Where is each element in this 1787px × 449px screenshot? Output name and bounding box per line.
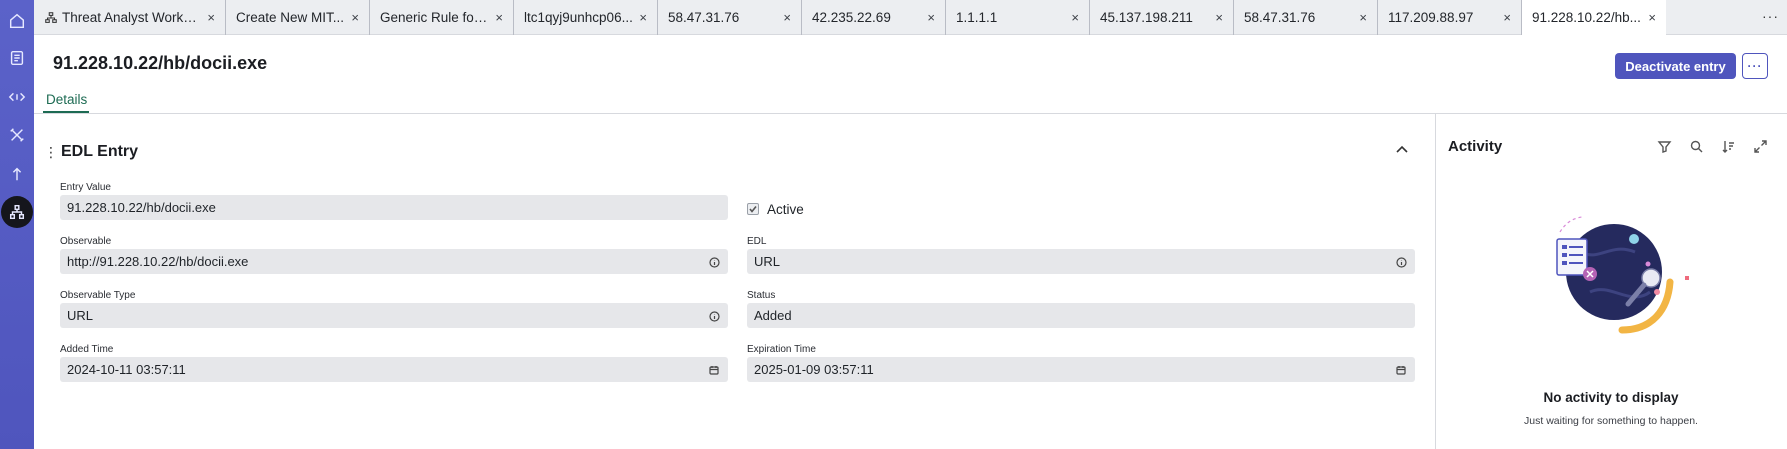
tab-label: 58.47.31.76 [1244,10,1316,25]
close-icon[interactable]: × [351,10,359,25]
chevron-up-icon[interactable] [1394,142,1410,158]
tab-label: 42.235.22.69 [812,10,891,25]
tab-label: 58.47.31.76 [668,10,740,25]
close-icon[interactable]: × [1648,10,1656,25]
info-icon[interactable] [709,256,720,268]
empty-state-subtitle: Just waiting for something to happen. [1524,415,1698,427]
tab-edl-entry-active[interactable]: 91.228.10.22/hb... × [1522,0,1666,35]
close-icon[interactable]: × [1215,10,1223,25]
close-icon[interactable]: × [927,10,935,25]
tab-generic-rule[interactable]: Generic Rule for ... × [370,0,514,35]
close-icon[interactable]: × [495,10,503,25]
calendar-clock-icon[interactable] [1396,364,1407,375]
section-title: EDL Entry [61,143,139,160]
tab-details[interactable]: Details [46,92,87,107]
status-text: Added [754,308,792,323]
close-icon[interactable]: × [783,10,791,25]
tab-label: 1.1.1.1 [956,10,998,25]
network-icon[interactable] [1,196,33,228]
status-label: Status [747,290,776,301]
entry-value-text: 91.228.10.22/hb/docii.exe [67,200,216,215]
tab-label: 45.137.198.211 [1100,10,1193,25]
sort-icon[interactable] [1721,139,1736,154]
expiration-time-label: Expiration Time [747,344,816,355]
empty-activity-illustration [1556,216,1689,334]
calendar-clock-icon[interactable] [709,364,720,375]
tab-label: Create New MIT... [236,10,345,25]
left-nav-rail [0,0,34,449]
more-actions-button[interactable]: ··· [1742,53,1768,79]
observable-text: http://91.228.10.22/hb/docii.exe [67,254,249,269]
notebook-icon[interactable] [5,46,29,70]
info-icon[interactable] [1396,256,1407,268]
tab-label: Generic Rule for ... [380,10,490,25]
close-icon[interactable]: × [207,10,215,25]
tab-label: 91.228.10.22/hb... [1532,10,1641,25]
tab-ip-45-137-198-211[interactable]: 45.137.198.211 × [1090,0,1234,35]
tab-label: Threat Analyst Workbe... [62,10,202,25]
expand-icon[interactable] [1753,139,1768,154]
entry-value-label: Entry Value [60,182,111,193]
active-label: Active [767,202,804,217]
tab-ip-58-47-31-76[interactable]: 58.47.31.76 × [658,0,802,35]
active-checkbox[interactable] [747,203,759,215]
observable-label: Observable [60,236,112,247]
edl-label: EDL [747,236,767,247]
deactivate-entry-button[interactable]: Deactivate entry [1615,53,1736,79]
edl-text: URL [754,254,781,269]
added-time-field[interactable]: 2024-10-11 03:57:11 [60,357,728,382]
page-title: 91.228.10.22/hb/docii.exe [53,53,268,73]
edl-field[interactable]: URL [747,249,1415,274]
added-time-label: Added Time [60,344,114,355]
tab-ip-1-1-1-1[interactable]: 1.1.1.1 × [946,0,1090,35]
tab-ip-42-235-22-69[interactable]: 42.235.22.69 × [802,0,946,35]
home-icon[interactable] [5,9,29,33]
tab-label: ltc1qyj9unhcp06... [524,10,633,25]
close-icon[interactable]: × [1503,10,1511,25]
filter-icon[interactable] [1657,139,1672,154]
drag-handle-icon[interactable]: ⋮ [44,144,58,161]
observable-type-text: URL [67,308,94,323]
activity-title: Activity [1448,138,1503,155]
tab-btc-address[interactable]: ltc1qyj9unhcp06... × [514,0,658,35]
empty-state-title: No activity to display [1543,390,1679,405]
tab-strip: Threat Analyst Workbe... × Create New MI… [34,0,1787,35]
divider [34,113,1787,114]
close-icon[interactable]: × [639,10,647,25]
tab-threat-analyst-workbench[interactable]: Threat Analyst Workbe... × [34,0,226,35]
panel-divider [1435,114,1436,449]
info-icon[interactable] [709,310,720,322]
expiration-time-text: 2025-01-09 03:57:11 [754,362,874,377]
tools-icon[interactable] [5,123,29,147]
observable-field[interactable]: http://91.228.10.22/hb/docii.exe [60,249,728,274]
tab-create-new-mitigation[interactable]: Create New MIT... × [226,0,370,35]
entry-value-field[interactable]: 91.228.10.22/hb/docii.exe [60,195,728,220]
tab-label: 117.209.88.97 [1388,10,1474,25]
added-time-text: 2024-10-11 03:57:11 [67,362,186,377]
expiration-time-field[interactable]: 2025-01-09 03:57:11 [747,357,1415,382]
workflow-icon [45,11,57,23]
search-icon[interactable] [1689,139,1704,154]
close-icon[interactable]: × [1071,10,1079,25]
status-field[interactable]: Added [747,303,1415,328]
observable-type-field[interactable]: URL [60,303,728,328]
tab-overflow-button[interactable]: ··· [1762,8,1779,24]
code-icon[interactable] [5,85,29,109]
tab-ip-58-47-31-76-b[interactable]: 58.47.31.76 × [1234,0,1378,35]
tab-ip-117-209-88-97[interactable]: 117.209.88.97 × [1378,0,1522,35]
observable-type-label: Observable Type [60,290,136,301]
close-icon[interactable]: × [1359,10,1367,25]
upload-icon[interactable] [5,162,29,186]
